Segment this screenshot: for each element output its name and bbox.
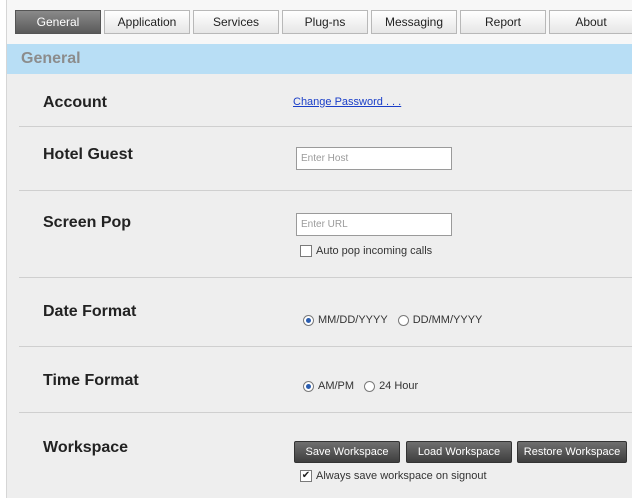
auto-pop-label: Auto pop incoming calls — [316, 245, 433, 257]
date-mmddyyyy-label: MM/DD/YYYY — [318, 314, 388, 326]
time-ampm-radio[interactable] — [303, 380, 314, 392]
time-format-options: AM/PM 24 Hour — [303, 380, 418, 392]
date-format-label: Date Format — [43, 303, 137, 320]
time-format-label: Time Format — [43, 372, 139, 389]
hotel-guest-label: Hotel Guest — [43, 146, 133, 163]
account-label: Account — [43, 94, 107, 111]
tab-messaging[interactable]: Messaging — [371, 10, 457, 34]
always-save-checkbox[interactable]: ✔ — [300, 470, 312, 482]
date-format-options: MM/DD/YYYY DD/MM/YYYY — [303, 314, 482, 326]
divider — [19, 412, 632, 413]
screen-pop-label: Screen Pop — [43, 214, 132, 231]
auto-pop-checkbox[interactable] — [300, 245, 312, 257]
workspace-buttons: Save Workspace Load Workspace Restore Wo… — [294, 441, 629, 463]
tab-services[interactable]: Services — [193, 10, 279, 34]
workspace-label: Workspace — [43, 439, 129, 456]
enter-url-input[interactable] — [296, 213, 452, 236]
divider — [19, 346, 632, 347]
tab-about[interactable]: About — [549, 10, 632, 34]
auto-pop-option[interactable]: Auto pop incoming calls — [300, 245, 432, 257]
section-title: General — [7, 44, 632, 74]
divider — [19, 277, 632, 278]
load-workspace-button[interactable]: Load Workspace — [406, 441, 512, 463]
date-ddmmyyyy-radio[interactable] — [397, 314, 409, 326]
time-ampm-label: AM/PM — [318, 380, 355, 392]
date-ddmmyyyy-label: DD/MM/YYYY — [412, 314, 483, 326]
restore-workspace-button[interactable]: Restore Workspace — [517, 441, 627, 463]
tab-general[interactable]: General — [15, 10, 101, 34]
change-password-link[interactable]: Change Password . . . — [293, 96, 401, 108]
divider — [19, 126, 632, 127]
enter-host-input[interactable] — [296, 147, 452, 170]
settings-content: Account Change Password . . . Hotel Gues… — [7, 74, 632, 498]
time-24hour-radio[interactable] — [364, 380, 376, 392]
settings-window: General Application Services Plug-ns Mes… — [6, 0, 632, 498]
time-24hour-label: 24 Hour — [379, 380, 419, 392]
divider — [19, 190, 632, 191]
tab-bar: General Application Services Plug-ns Mes… — [7, 0, 632, 44]
tab-report[interactable]: Report — [460, 10, 546, 34]
date-mmddyyyy-radio[interactable] — [303, 314, 314, 326]
save-workspace-button[interactable]: Save Workspace — [294, 441, 400, 463]
tab-application[interactable]: Application — [104, 10, 190, 34]
always-save-option[interactable]: ✔ Always save workspace on signout — [300, 470, 487, 482]
always-save-label: Always save workspace on signout — [316, 470, 487, 482]
tab-plugins[interactable]: Plug-ns — [282, 10, 368, 34]
